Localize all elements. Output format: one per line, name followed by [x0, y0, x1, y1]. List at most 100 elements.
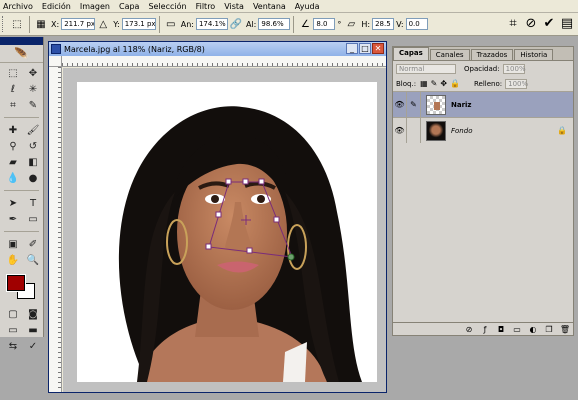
- layer-fondo[interactable]: 👁 Fondo 🔒: [393, 117, 573, 143]
- crop-tool-icon[interactable]: ⌗: [5, 98, 21, 112]
- hskew-field[interactable]: 28.5: [372, 18, 395, 30]
- marquee-tool-icon[interactable]: ⬚: [5, 66, 21, 80]
- x-field[interactable]: 211.7 px: [61, 18, 96, 30]
- gradient-tool-icon[interactable]: ◧: [25, 155, 41, 169]
- lock-transparency-icon[interactable]: ▦: [420, 79, 428, 88]
- lasso-tool-icon[interactable]: ℓ: [5, 82, 21, 96]
- link-layers-icon[interactable]: ⊘: [461, 325, 477, 334]
- layer-nariz[interactable]: 👁 ✎ Nariz: [393, 91, 573, 117]
- layer-mask-icon[interactable]: ◘: [493, 325, 509, 334]
- blend-mode-select[interactable]: Normal: [396, 63, 456, 74]
- warp-icon[interactable]: ⌗: [504, 16, 522, 31]
- ruler-corner[interactable]: [49, 56, 62, 67]
- magic-wand-tool-icon[interactable]: ✳: [25, 82, 41, 96]
- eyedropper-tool-icon[interactable]: ✐: [25, 237, 41, 251]
- fill-label: Relleno:: [474, 79, 503, 88]
- standard-mode-icon[interactable]: ▢: [5, 307, 21, 321]
- document-window: Marcela.jpg al 118% (Nariz, RGB/8) _ □ ✕: [48, 41, 387, 393]
- tab-canales[interactable]: Canales: [429, 49, 470, 60]
- pen-tool-icon[interactable]: ✒: [5, 212, 21, 226]
- vskew-field[interactable]: 0.0: [405, 18, 428, 30]
- horizontal-ruler[interactable]: [62, 56, 386, 67]
- eraser-tool-icon[interactable]: ▰: [5, 155, 21, 169]
- menu-ayuda[interactable]: Ayuda: [295, 2, 320, 11]
- shape-tool-icon[interactable]: ▭: [25, 212, 41, 226]
- layer-style-icon[interactable]: ƒ: [477, 325, 493, 334]
- slice-tool-icon[interactable]: ✎: [25, 98, 41, 112]
- menu-seleccion[interactable]: Selección: [148, 2, 186, 11]
- file-browser-icon[interactable]: ▤: [558, 16, 576, 31]
- lock-row: Bloq.: ▦ ✎ ✥ 🔒 Relleno: 100%: [393, 76, 573, 91]
- options-grip[interactable]: [2, 16, 5, 32]
- photo-canvas[interactable]: [77, 82, 377, 382]
- brush-tool-icon[interactable]: 🖌: [25, 123, 41, 137]
- tab-trazados[interactable]: Trazados: [470, 49, 514, 60]
- menu-edicion[interactable]: Edición: [42, 2, 71, 11]
- imageready-icon[interactable]: ✓: [25, 339, 41, 353]
- toolbox-header[interactable]: [0, 37, 43, 45]
- close-button[interactable]: ✕: [372, 43, 384, 54]
- angle-field[interactable]: 8.0: [313, 18, 336, 30]
- blend-row: Normal Opacidad: 100%: [393, 61, 573, 76]
- healing-brush-tool-icon[interactable]: ✚: [5, 123, 21, 137]
- tool-grid: ✚ 🖌 ⚲ ↺ ▰ ◧ 💧 ●: [0, 120, 43, 188]
- window-buttons: _ □ ✕: [345, 43, 384, 54]
- history-brush-tool-icon[interactable]: ↺: [25, 139, 41, 153]
- document-titlebar[interactable]: Marcela.jpg al 118% (Nariz, RGB/8) _ □ ✕: [49, 42, 386, 56]
- zoom-tool-icon[interactable]: 🔍: [25, 253, 41, 267]
- tab-capas[interactable]: Capas: [393, 47, 429, 60]
- quick-mask-mode-icon[interactable]: ◙: [25, 307, 41, 321]
- link-icon[interactable]: 🔗: [229, 17, 243, 31]
- notes-tool-icon[interactable]: ▣: [5, 237, 21, 251]
- layer-name: Nariz: [451, 100, 472, 109]
- path-selection-tool-icon[interactable]: ➤: [5, 196, 21, 210]
- delta-icon[interactable]: △: [96, 17, 110, 31]
- full-screen-mode-icon[interactable]: ▬: [25, 323, 41, 337]
- visibility-eye-icon[interactable]: 👁: [393, 118, 407, 143]
- minimize-button[interactable]: _: [346, 43, 358, 54]
- adjustment-layer-icon[interactable]: ◐: [525, 325, 541, 334]
- jump-to-imageready-icon[interactable]: ⇆: [5, 339, 21, 353]
- brush-link-icon[interactable]: ✎: [407, 92, 421, 117]
- menu-bar: Archivo Edición Imagen Capa Selección Fi…: [0, 0, 578, 13]
- lock-position-icon[interactable]: ✥: [440, 79, 447, 88]
- width-label: An:: [180, 19, 194, 29]
- screen-mode-icon[interactable]: ▭: [5, 323, 21, 337]
- vertical-ruler[interactable]: [49, 67, 62, 392]
- link-empty[interactable]: [407, 118, 421, 143]
- new-layer-icon[interactable]: ❐: [541, 325, 557, 334]
- cancel-transform-icon[interactable]: ⊘: [522, 16, 540, 31]
- opacity-field[interactable]: 100%: [502, 63, 526, 74]
- dodge-tool-icon[interactable]: ●: [25, 171, 41, 185]
- transform-tool-icon[interactable]: ⬚: [8, 16, 26, 32]
- y-field[interactable]: 173.1 px: [121, 18, 156, 30]
- delete-layer-icon[interactable]: 🗑: [557, 325, 573, 334]
- lock-image-icon[interactable]: ✎: [431, 79, 438, 88]
- menu-ventana[interactable]: Ventana: [253, 2, 286, 11]
- options-bar: ⬚ ▦ X: 211.7 px △ Y: 173.1 px ▭ An: 174.…: [0, 13, 578, 36]
- maximize-button[interactable]: □: [359, 43, 371, 54]
- width-field[interactable]: 174.1%: [195, 18, 228, 30]
- clone-stamp-tool-icon[interactable]: ⚲: [5, 139, 21, 153]
- fill-field[interactable]: 100%: [505, 78, 528, 89]
- hand-tool-icon[interactable]: ✋: [5, 253, 21, 267]
- menu-capa[interactable]: Capa: [119, 2, 139, 11]
- height-field[interactable]: 98.6%: [258, 18, 291, 30]
- new-group-icon[interactable]: ▭: [509, 325, 525, 334]
- blur-tool-icon[interactable]: 💧: [5, 171, 21, 185]
- reference-point-icon[interactable]: ▦: [34, 17, 48, 31]
- canvas-area[interactable]: [63, 68, 386, 392]
- menu-filtro[interactable]: Filtro: [196, 2, 216, 11]
- menu-vista[interactable]: Vista: [224, 2, 244, 11]
- menu-archivo[interactable]: Archivo: [3, 2, 33, 11]
- menu-imagen[interactable]: Imagen: [80, 2, 110, 11]
- lock-all-icon[interactable]: 🔒: [450, 79, 460, 88]
- type-tool-icon[interactable]: T: [25, 196, 41, 210]
- tab-historia[interactable]: Historia: [514, 49, 554, 60]
- document-title: Marcela.jpg al 118% (Nariz, RGB/8): [64, 44, 205, 54]
- commit-transform-icon[interactable]: ✔: [540, 16, 558, 31]
- move-tool-icon[interactable]: ✥: [25, 66, 41, 80]
- feather-logo-icon[interactable]: 🪶: [0, 45, 43, 63]
- visibility-eye-icon[interactable]: 👁: [393, 92, 407, 117]
- foreground-color-swatch[interactable]: [6, 274, 26, 292]
